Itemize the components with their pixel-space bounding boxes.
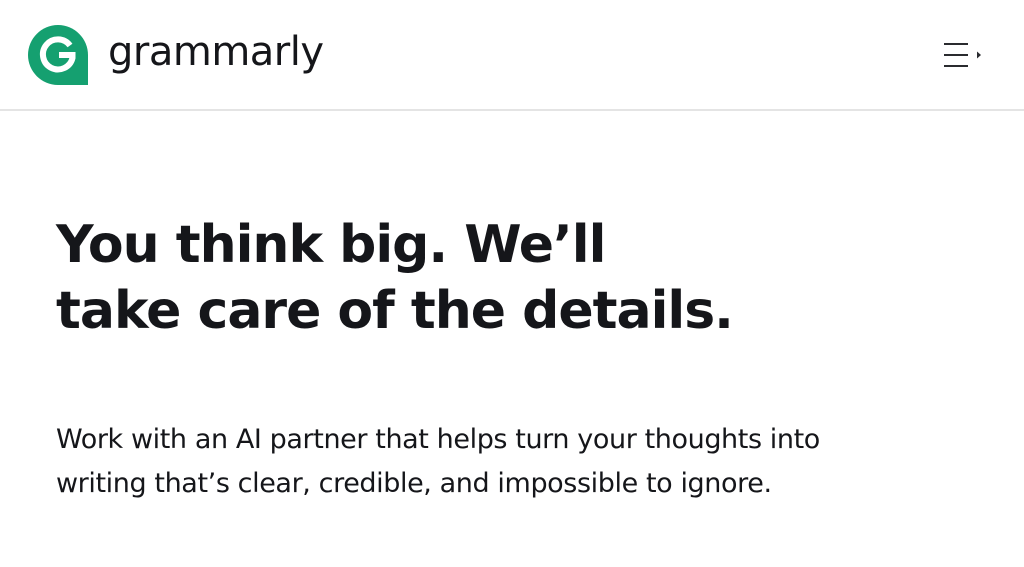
hero-headline-line-1: You think big. We’ll xyxy=(56,215,606,275)
hamburger-menu-icon xyxy=(944,43,981,67)
grammarly-logo-icon xyxy=(28,25,88,85)
hero-headline-line-2: take care of the details. xyxy=(56,281,734,341)
hero-headline: You think big. We’ll take care of the de… xyxy=(56,212,956,344)
menu-button[interactable] xyxy=(936,38,986,74)
hero-subtext-line-2: writing that’s clear, credible, and impo… xyxy=(56,468,772,499)
brand-name: grammarly xyxy=(108,29,324,75)
hero-subtext: Work with an AI partner that helps turn … xyxy=(56,418,976,506)
site-header: grammarly xyxy=(0,0,1024,111)
hero-subtext-line-1: Work with an AI partner that helps turn … xyxy=(56,424,820,455)
brand-logo-link[interactable]: grammarly xyxy=(28,25,324,85)
